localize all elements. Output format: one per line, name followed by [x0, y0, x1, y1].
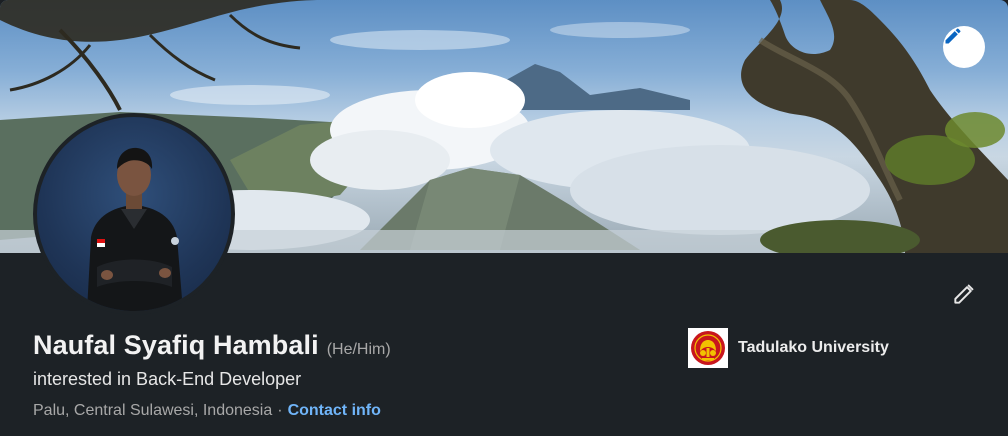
tadulako-logo-icon — [688, 328, 728, 368]
pencil-icon — [945, 28, 961, 44]
university-logo-icon — [691, 331, 725, 365]
profile-photo[interactable] — [33, 113, 235, 315]
profile-location: Palu, Central Sulawesi, Indonesia — [33, 402, 273, 419]
profile-headline: interested in Back-End Developer — [33, 369, 302, 389]
pencil-icon — [954, 284, 974, 304]
profile-card: Naufal Syafiq Hambali (He/Him) intereste… — [0, 0, 1008, 436]
avatar-person-image — [87, 147, 183, 311]
profile-name: Naufal Syafiq Hambali — [33, 330, 319, 360]
education-link[interactable]: Tadulako University — [688, 328, 889, 368]
profile-pronouns: (He/Him) — [326, 341, 391, 358]
contact-info-link[interactable]: Contact info — [288, 402, 381, 419]
edit-intro-button[interactable] — [944, 274, 984, 314]
separator-dot: · — [277, 402, 283, 419]
name-row: Naufal Syafiq Hambali (He/Him) — [33, 330, 391, 361]
education-name: Tadulako University — [738, 339, 889, 356]
edit-banner-button[interactable] — [943, 26, 985, 68]
location-row: Palu, Central Sulawesi, Indonesia · Contac… — [33, 402, 381, 420]
